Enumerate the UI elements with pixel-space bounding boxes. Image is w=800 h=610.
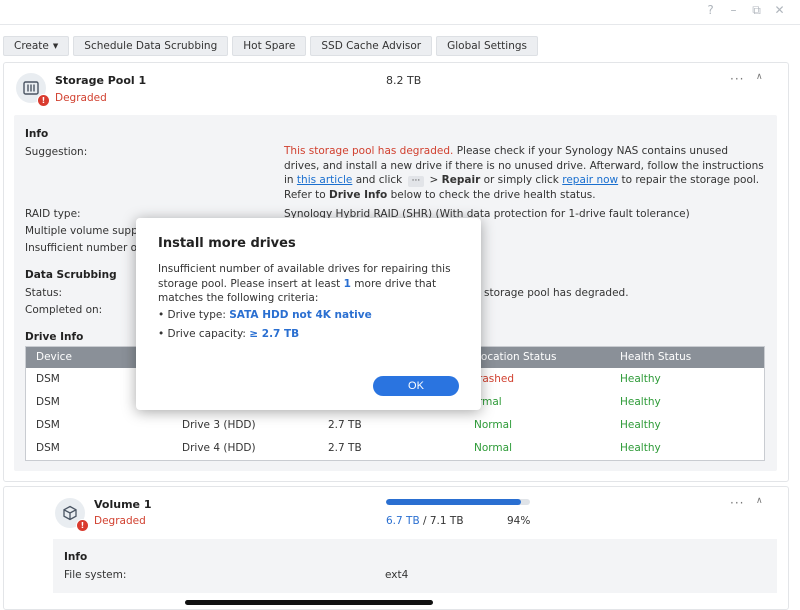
drive-type-criterion: • Drive type: SATA HDD not 4K native — [158, 309, 372, 321]
drive-capacity-label: Drive capacity: — [167, 328, 250, 340]
drive-capacity-value: ≥ 2.7 TB — [249, 328, 300, 340]
ok-button[interactable]: OK — [373, 376, 459, 396]
drive-type-value: SATA HDD not 4K native — [229, 309, 372, 321]
install-drives-dialog: Install more drives Insufficient number … — [136, 218, 481, 410]
dialog-body: Insufficient number of available drives … — [158, 262, 468, 306]
drive-count: 1 — [343, 277, 351, 290]
drive-type-label: Drive type: — [167, 309, 230, 321]
dialog-title: Install more drives — [158, 236, 296, 251]
drive-capacity-criterion: • Drive capacity: ≥ 2.7 TB — [158, 328, 300, 340]
